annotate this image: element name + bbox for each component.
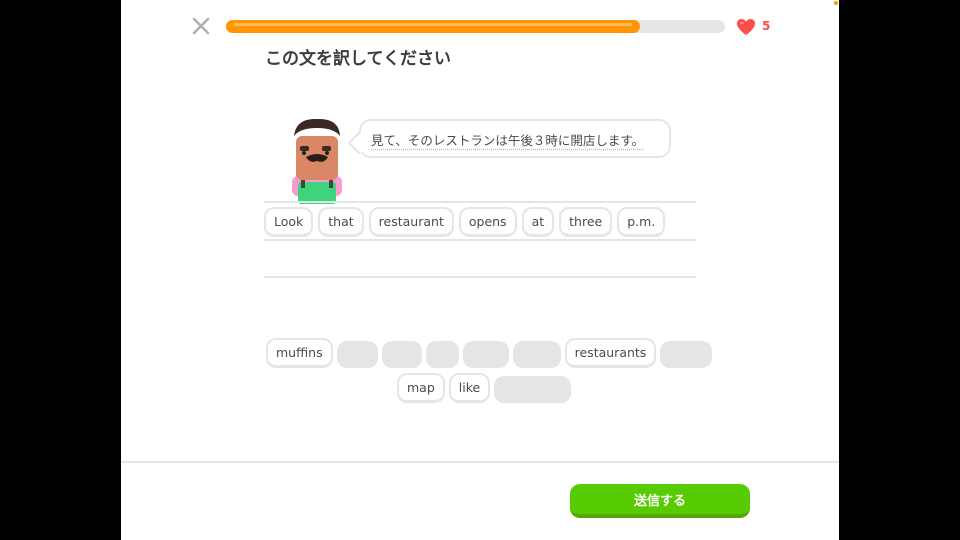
word-bank-row-2: map like — [397, 373, 572, 403]
word-bank-row-1: muffins restaurants — [266, 338, 713, 368]
answer-word-tile[interactable]: at — [521, 207, 555, 237]
lesson-screen — [121, 0, 839, 540]
used-word-slot — [660, 341, 713, 368]
speech-bubble: 見て、そのレストランは午後３時に開店します。 — [359, 119, 671, 158]
progress-bar — [226, 20, 725, 33]
hearts-count: 5 — [762, 19, 771, 33]
status-dot — [834, 1, 838, 5]
close-icon[interactable] — [191, 16, 211, 36]
bank-word-tile[interactable]: map — [397, 373, 445, 403]
used-word-slot — [494, 376, 572, 403]
answer-word-tile[interactable]: three — [559, 207, 613, 237]
progress-fill — [226, 20, 641, 33]
answer-line-bottom — [264, 276, 696, 278]
heart-icon — [737, 19, 755, 35]
submit-button[interactable]: 送信する — [570, 484, 750, 518]
used-word-slot — [512, 341, 561, 368]
bank-word-tile[interactable]: like — [448, 373, 491, 403]
answer-word-tile[interactable]: p.m. — [617, 207, 666, 237]
used-word-slot — [336, 341, 378, 368]
answer-word-tile[interactable]: Look — [264, 207, 314, 237]
answer-line-middle — [264, 239, 696, 241]
used-word-slot — [462, 341, 509, 368]
answer-area: Look that restaurant opens at three p.m. — [264, 207, 666, 237]
bank-word-tile[interactable]: muffins — [266, 338, 333, 368]
answer-word-tile[interactable]: opens — [458, 207, 517, 237]
answer-word-tile[interactable]: that — [318, 207, 364, 237]
footer-divider — [121, 461, 839, 463]
answer-word-tile[interactable]: restaurant — [368, 207, 454, 237]
answer-line-top — [264, 201, 696, 203]
page-title: この文を訳してください — [265, 49, 451, 69]
used-word-slot — [381, 341, 422, 368]
character-avatar[interactable] — [284, 116, 350, 204]
bank-word-tile[interactable]: restaurants — [564, 338, 657, 368]
prompt-sentence[interactable]: 見て、そのレストランは午後３時に開店します。 — [371, 130, 644, 149]
used-word-slot — [425, 341, 459, 368]
